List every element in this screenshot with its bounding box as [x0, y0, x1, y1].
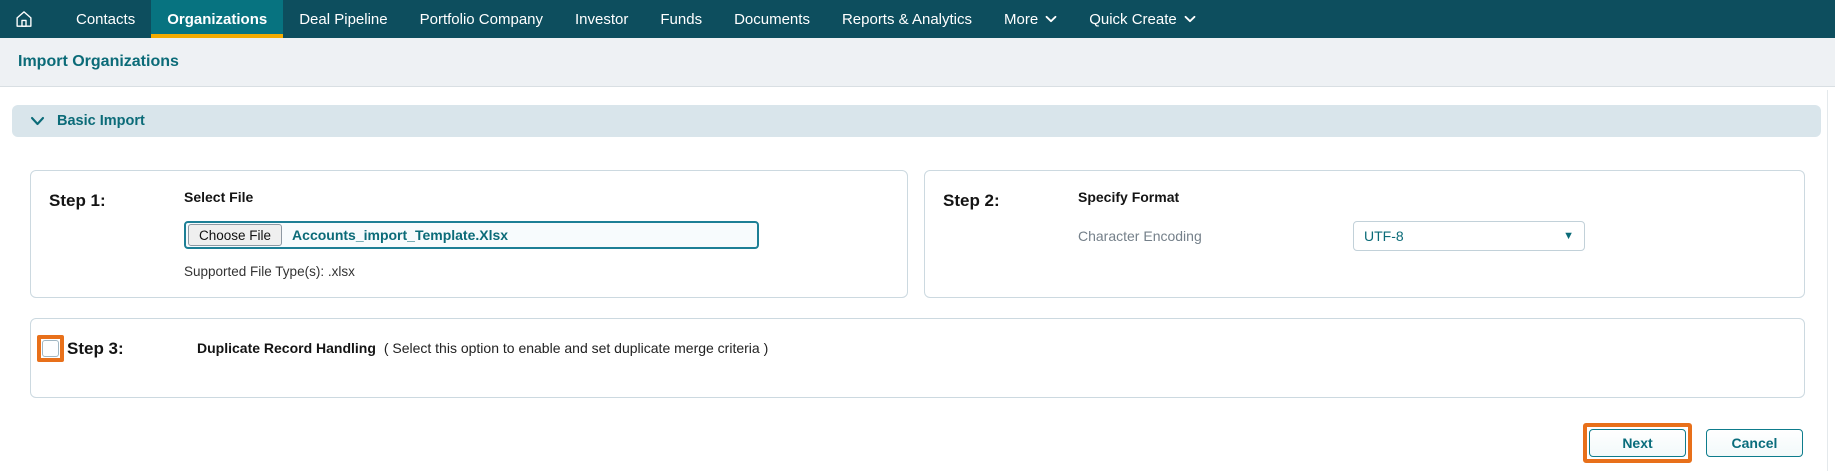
annotation-highlight-checkbox	[37, 335, 64, 362]
home-icon	[13, 8, 35, 30]
character-encoding-value: UTF-8	[1364, 228, 1404, 244]
home-button[interactable]	[0, 0, 48, 38]
content-area: Basic Import Step 1: Select File Choose …	[0, 87, 1835, 471]
chevron-down-icon	[30, 116, 45, 126]
nav-item-organizations[interactable]: Organizations	[151, 0, 283, 38]
nav-item-quick-create[interactable]: Quick Create	[1073, 0, 1212, 38]
nav-item-reports-analytics[interactable]: Reports & Analytics	[826, 0, 988, 38]
step1-label: Step 1:	[49, 189, 184, 297]
nav-item-contacts[interactable]: Contacts	[60, 0, 151, 38]
step1-title: Select File	[184, 189, 907, 205]
selected-file-name: Accounts_import_Template.Xlsx	[292, 227, 508, 243]
step3-label: Step 3:	[67, 339, 124, 359]
step3-checkbox[interactable]	[42, 340, 59, 357]
file-input[interactable]: Choose File Accounts_import_Template.Xls…	[184, 221, 759, 249]
chevron-down-icon	[1184, 15, 1196, 23]
supported-file-types-note: Supported File Type(s): .xlsx	[184, 264, 907, 279]
nav-item-portfolio-company[interactable]: Portfolio Company	[404, 0, 559, 38]
top-navbar: Contacts Organizations Deal Pipeline Por…	[0, 0, 1835, 38]
nav-item-more[interactable]: More	[988, 0, 1073, 38]
chevron-down-icon	[1045, 15, 1057, 23]
step2-content: Specify Format Character Encoding UTF-8 …	[1078, 189, 1804, 297]
page-header: Import Organizations	[0, 38, 1835, 87]
step2-label: Step 2:	[943, 189, 1078, 297]
next-button[interactable]: Next	[1589, 429, 1686, 457]
step3-description: Duplicate Record Handling ( Select this …	[197, 335, 768, 356]
step1-content: Select File Choose File Accounts_import_…	[184, 189, 907, 297]
step2-panel: Step 2: Specify Format Character Encodin…	[924, 170, 1805, 298]
section-title: Basic Import	[57, 113, 145, 129]
step2-title: Specify Format	[1078, 189, 1804, 205]
nav-item-label: More	[1004, 11, 1038, 28]
footer-actions: Next Cancel	[0, 423, 1803, 463]
basic-import-section-header[interactable]: Basic Import	[12, 105, 1821, 137]
step1-panel: Step 1: Select File Choose File Accounts…	[30, 170, 908, 298]
nav-item-investor[interactable]: Investor	[559, 0, 644, 38]
character-encoding-dropdown[interactable]: UTF-8 ▼	[1353, 221, 1585, 251]
nav-item-documents[interactable]: Documents	[718, 0, 826, 38]
step3-note: ( Select this option to enable and set d…	[384, 340, 768, 356]
annotation-highlight-next: Next	[1583, 423, 1692, 463]
page-title: Import Organizations	[18, 53, 179, 71]
character-encoding-label: Character Encoding	[1078, 228, 1353, 244]
scrollbar-track[interactable]	[1827, 90, 1828, 471]
step3-title: Duplicate Record Handling	[197, 340, 376, 356]
cancel-button[interactable]: Cancel	[1706, 429, 1803, 457]
dropdown-caret-icon: ▼	[1563, 231, 1574, 242]
choose-file-button[interactable]: Choose File	[188, 224, 282, 246]
nav-item-deal-pipeline[interactable]: Deal Pipeline	[283, 0, 403, 38]
step3-panel: Step 3: Duplicate Record Handling ( Sele…	[30, 318, 1805, 398]
steps-row: Step 1: Select File Choose File Accounts…	[30, 170, 1805, 298]
nav-item-funds[interactable]: Funds	[644, 0, 718, 38]
nav-item-label: Quick Create	[1089, 11, 1177, 28]
